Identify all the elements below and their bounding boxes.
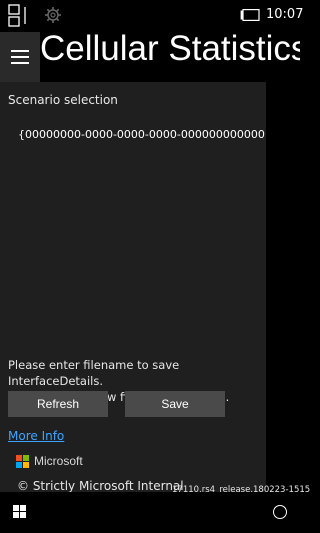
save-prompt-line1: Please enter filename to save InterfaceD… — [8, 358, 180, 388]
windows-icon[interactable] — [13, 505, 26, 518]
refresh-button[interactable]: Refresh — [8, 391, 108, 417]
microsoft-wordmark: Microsoft — [34, 454, 83, 468]
microsoft-logo-icon — [16, 455, 30, 469]
status-bar: 10:07 — [0, 0, 304, 32]
copyright-text: © Strictly Microsoft Internal — [17, 479, 184, 493]
scenario-selector[interactable]: {00000000-0000-0000-0000-000000000000 — [18, 128, 265, 141]
gear-icon — [45, 7, 61, 23]
app-header: Cellular Statistics — [0, 32, 300, 82]
clock: 10:07 — [266, 7, 304, 22]
microsoft-logo: Microsoft — [16, 454, 86, 470]
hamburger-menu-button[interactable] — [0, 32, 40, 82]
battery-icon — [240, 9, 260, 21]
right-strip — [266, 82, 300, 492]
app-switch-icon — [8, 4, 26, 27]
scenario-label: Scenario selection — [8, 93, 118, 107]
page-title: Cellular Statistics — [40, 32, 300, 68]
more-info-link[interactable]: More Info — [8, 429, 64, 443]
search-icon[interactable] — [273, 505, 287, 519]
main-panel: Scenario selection {00000000-0000-0000-0… — [0, 82, 266, 492]
hamburger-icon — [11, 50, 29, 52]
save-button[interactable]: Save — [125, 391, 225, 417]
nav-bar — [0, 492, 300, 533]
